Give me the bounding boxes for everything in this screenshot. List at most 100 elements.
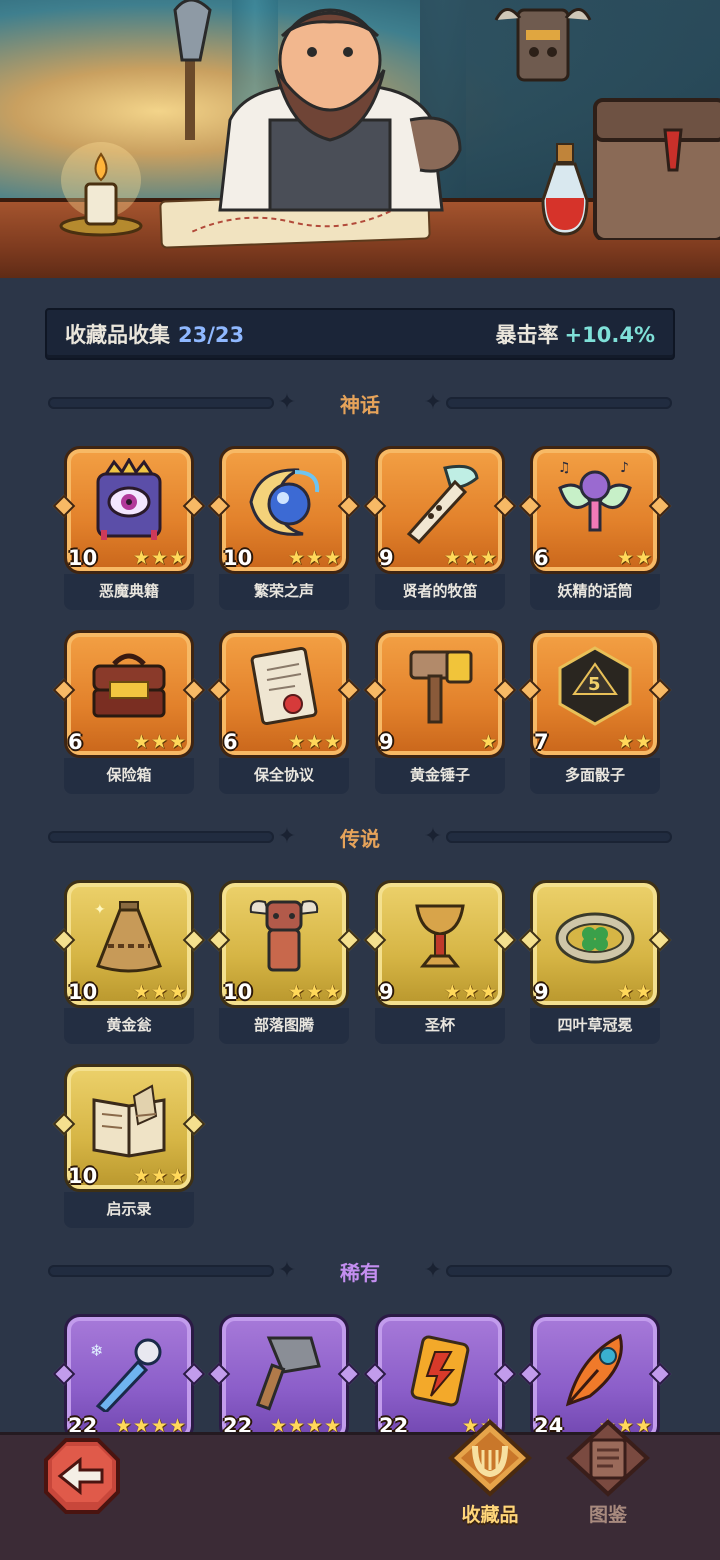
collection-lyre-icon: [448, 1419, 532, 1497]
sparkle-icon: ✦: [277, 1258, 297, 1283]
wooden-chest-icon: [593, 98, 720, 240]
star-icon: ★: [479, 547, 497, 569]
collectible-card[interactable]: ✦ 10 ★ ★ ★ 黄金瓮: [52, 880, 206, 1044]
frost-dagger-icon: ❄: [90, 1338, 162, 1412]
tab-collection[interactable]: 收藏品: [440, 1418, 540, 1528]
collectible-card[interactable]: 10 ★ ★ ★ 启示录: [52, 1064, 206, 1228]
golden-hammer-icon: [409, 650, 473, 724]
star-icon: ★: [616, 731, 634, 753]
item-level: 10: [68, 546, 98, 570]
wall-totem-icon: [494, 8, 592, 82]
revelation-book-icon: [92, 1084, 166, 1158]
star-icon: ★: [323, 731, 341, 753]
item-level: 9: [379, 980, 394, 1004]
item-level: 9: [379, 730, 394, 754]
sparkle-icon: ✦: [423, 1258, 443, 1283]
item-name: 圣杯: [375, 1008, 505, 1044]
item-level: 7: [534, 730, 549, 754]
item-name: 黄金瓮: [64, 1008, 194, 1044]
item-level: 9: [534, 980, 549, 1004]
star-icon: ★: [443, 981, 461, 1003]
collectible-card[interactable]: 10 ★ ★ ★ 繁荣之声: [207, 446, 361, 610]
star-icon: ★: [132, 1165, 150, 1187]
star-icon: ★: [634, 731, 652, 753]
tab-codex[interactable]: 图鉴: [558, 1418, 658, 1528]
flame-feather-icon: [565, 1333, 623, 1407]
star-icon: ★: [616, 981, 634, 1003]
divider-bar: [48, 397, 274, 409]
star-rating: ★★★: [288, 982, 341, 1002]
star-icon: ★: [287, 981, 305, 1003]
tab-label: 收藏品: [461, 1504, 519, 1526]
tribal-totem-icon: [249, 900, 319, 972]
stone-axe-icon: [255, 1336, 321, 1411]
star-icon: ★: [634, 547, 652, 569]
collectible-card[interactable]: 9 ★ ★ ★ 圣杯: [363, 880, 517, 1044]
crit-rate: 暴击率 +10.4%: [496, 319, 655, 349]
star-icon: ★: [479, 731, 497, 753]
collectible-card[interactable]: 9 ★ 黄金锤子: [363, 630, 517, 794]
treasure-chest-icon: [92, 653, 166, 718]
svg-text:5: 5: [588, 674, 601, 695]
star-rating: ★★★: [288, 732, 341, 752]
star-rating: ★★★: [288, 548, 341, 568]
collectible-card[interactable]: ♫ ♪ 6 ★ ★ 妖精的话筒: [518, 446, 672, 610]
collectible-card[interactable]: 10 ★ ★ ★ 部落图腾: [207, 880, 361, 1044]
star-icon: ★: [616, 547, 634, 569]
star-icon: ★: [305, 731, 323, 753]
item-name: 妖精的话筒: [530, 574, 660, 610]
star-icon: ★: [150, 547, 168, 569]
lightning-card-icon: [410, 1335, 470, 1407]
star-icon: ★: [150, 731, 168, 753]
collectible-card[interactable]: 9 ★ ★ ★ 贤者的牧笛: [363, 446, 517, 610]
holy-grail-icon: [415, 904, 465, 968]
collectible-card[interactable]: 5 7 ★ ★ 多面骰子: [518, 630, 672, 794]
item-name: 保全协议: [219, 758, 349, 794]
collection-progress-bar: 收藏品收集 23/23 暴击率 +10.4%: [45, 308, 675, 360]
star-rating: ★★: [617, 982, 652, 1002]
fairy-microphone-icon: ♫ ♪: [558, 460, 632, 532]
item-name: 四叶草冠冕: [530, 1008, 660, 1044]
item-level: 6: [223, 730, 238, 754]
star-icon: ★: [150, 981, 168, 1003]
hero-banner: [0, 0, 720, 278]
star-icon: ★: [287, 731, 305, 753]
crit-rate-value: +10.4%: [564, 323, 655, 347]
collectible-card[interactable]: 10 ★ ★ ★ 恶魔典籍: [52, 446, 206, 610]
item-level: 6: [68, 730, 83, 754]
tab-label: 图鉴: [588, 1504, 627, 1526]
star-icon: ★: [634, 981, 652, 1003]
back-arrow-icon[interactable]: [42, 1436, 122, 1516]
star-icon: ★: [305, 547, 323, 569]
star-icon: ★: [323, 547, 341, 569]
divider-bar: [446, 831, 672, 843]
section-title: 传说: [340, 826, 380, 851]
item-name: 恶魔典籍: [64, 574, 194, 610]
section-header-mythic: ✦ 神话 ✦: [48, 386, 672, 420]
collection-progress: 收藏品收集 23/23: [65, 319, 244, 349]
collectible-card[interactable]: 6 ★ ★ ★ 保全协议: [207, 630, 361, 794]
star-icon: ★: [150, 1165, 168, 1187]
item-name: 部落图腾: [219, 1008, 349, 1044]
star-icon: ★: [168, 1165, 186, 1187]
star-icon: ★: [461, 981, 479, 1003]
divider-bar: [446, 397, 672, 409]
star-icon: ★: [323, 981, 341, 1003]
svg-text:❄: ❄: [90, 1341, 103, 1360]
star-icon: ★: [132, 547, 150, 569]
collectible-card[interactable]: 9 ★ ★ 四叶草冠冕: [518, 880, 672, 1044]
crit-rate-label: 暴击率: [495, 323, 559, 347]
star-rating: ★★★: [133, 982, 186, 1002]
divider-bar: [446, 1265, 672, 1277]
star-icon: ★: [132, 731, 150, 753]
collectible-card[interactable]: 6 ★ ★ ★ 保险箱: [52, 630, 206, 794]
star-rating: ★: [480, 732, 497, 752]
item-name: 繁荣之声: [219, 574, 349, 610]
star-rating: ★★★: [444, 982, 497, 1002]
prosperity-orb-icon: [249, 468, 320, 536]
demon-tome-icon: [96, 458, 162, 540]
svg-text:✦: ✦: [94, 902, 106, 918]
sparkle-icon: ✦: [423, 390, 443, 415]
star-rating: ★★: [617, 732, 652, 752]
item-level: 6: [534, 546, 549, 570]
